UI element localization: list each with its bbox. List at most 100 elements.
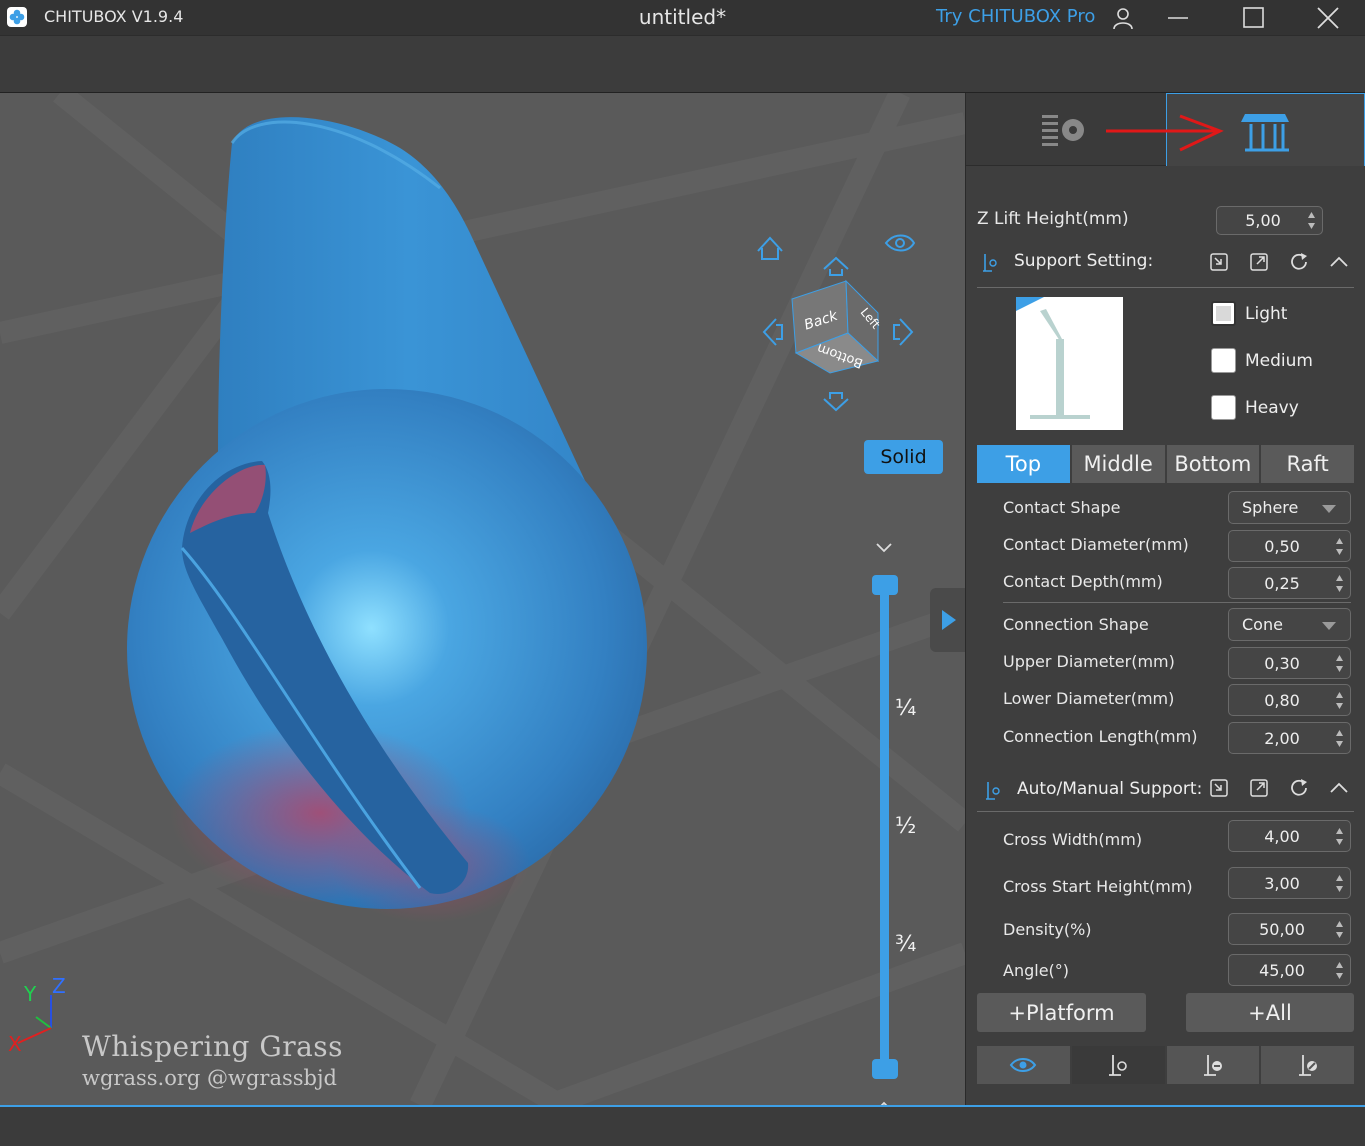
document-title: untitled* xyxy=(638,5,727,29)
divider xyxy=(1003,602,1351,603)
connection-shape-select[interactable]: Cone xyxy=(1228,608,1351,641)
auto-manual-support-label: Auto/Manual Support: xyxy=(1017,779,1203,799)
home-icon[interactable] xyxy=(757,236,783,260)
density-input[interactable]: 50,00 xyxy=(1228,913,1351,945)
tab-top[interactable]: Top xyxy=(977,445,1070,483)
play-arrow-icon xyxy=(942,610,956,630)
density-light-option[interactable]: Light xyxy=(1211,301,1287,326)
cross-width-value: 4,00 xyxy=(1264,827,1300,846)
3d-viewport[interactable]: Back Left Bottom Solid ¼ ½ ¾ Y Z X Whisp… xyxy=(0,93,965,1105)
layer-slider-bottom-handle[interactable] xyxy=(872,1059,898,1079)
watermark-handle: wgrass.org @wgrassbjd xyxy=(82,1066,337,1090)
minimize-icon[interactable] xyxy=(1165,5,1191,31)
try-pro-link[interactable]: Try CHITUBOX Pro xyxy=(936,6,1095,27)
arrow-right-icon[interactable] xyxy=(893,318,914,346)
import-icon[interactable] xyxy=(1208,777,1230,799)
contact-depth-input[interactable]: 0,25 xyxy=(1228,567,1351,599)
annotation-arrow-icon xyxy=(1106,114,1224,152)
chevron-down-icon[interactable] xyxy=(874,541,894,555)
clear-support-icon xyxy=(1298,1055,1317,1076)
chitubox-logo-icon xyxy=(7,7,27,27)
spin-arrows-icon[interactable] xyxy=(1335,653,1344,674)
add-platform-supports-button[interactable]: +Platform xyxy=(977,993,1146,1032)
menu-bar xyxy=(0,35,1365,93)
eye-icon[interactable] xyxy=(884,234,916,252)
density-label: Density(%) xyxy=(1003,920,1092,939)
panel-collapse-toggle[interactable] xyxy=(930,588,965,652)
collapse-icon[interactable] xyxy=(1328,251,1350,273)
clear-supports-tool-button[interactable] xyxy=(1261,1046,1354,1084)
contact-shape-select[interactable]: Sphere xyxy=(1228,491,1351,524)
navigation-cube[interactable]: Back Left Bottom xyxy=(750,221,920,421)
close-icon[interactable] xyxy=(1315,5,1341,31)
export-icon[interactable] xyxy=(1248,777,1270,799)
density-heavy-option[interactable]: Heavy xyxy=(1211,395,1299,420)
upper-diameter-input[interactable]: 0,30 xyxy=(1228,647,1351,679)
maximize-icon[interactable] xyxy=(1240,5,1266,31)
slider-mark-quarter: ¼ xyxy=(895,696,917,721)
density-value: 50,00 xyxy=(1259,920,1305,939)
cross-start-height-input[interactable]: 3,00 xyxy=(1228,867,1351,899)
divider xyxy=(977,287,1354,288)
connection-length-label: Connection Length(mm) xyxy=(1003,727,1198,746)
spin-arrows-icon[interactable] xyxy=(1335,536,1344,557)
contact-depth-value: 0,25 xyxy=(1264,574,1300,593)
add-all-supports-button[interactable]: +All xyxy=(1186,993,1354,1032)
contact-diameter-label: Contact Diameter(mm) xyxy=(1003,535,1189,554)
dropdown-arrow-icon xyxy=(1322,505,1336,513)
tab-bottom[interactable]: Bottom xyxy=(1166,445,1260,483)
spin-arrows-icon[interactable] xyxy=(1335,573,1344,594)
title-bar: CHITUBOX V1.9.4 untitled* Try CHITUBOX P… xyxy=(0,0,1365,35)
add-support-icon xyxy=(1109,1055,1127,1076)
density-heavy-checkbox[interactable] xyxy=(1211,395,1236,420)
toggle-support-visibility-button[interactable] xyxy=(977,1046,1070,1084)
add-support-tool-button[interactable] xyxy=(1071,1046,1165,1084)
spin-arrows-icon[interactable] xyxy=(1335,728,1344,749)
z-lift-height-input[interactable]: 5,00 xyxy=(1216,206,1323,235)
contact-diameter-input[interactable]: 0,50 xyxy=(1228,530,1351,562)
remove-support-tool-button[interactable] xyxy=(1166,1046,1260,1084)
spin-arrows-icon[interactable] xyxy=(1335,690,1344,711)
cross-width-input[interactable]: 4,00 xyxy=(1228,820,1351,852)
angle-label: Angle(°) xyxy=(1003,961,1070,980)
view-cube[interactable]: Back Left Bottom xyxy=(791,279,883,374)
import-icon[interactable] xyxy=(1208,251,1230,273)
spin-arrows-icon[interactable] xyxy=(1335,873,1344,894)
axis-z-label: Z xyxy=(52,974,66,998)
slider-mark-half: ½ xyxy=(895,814,917,839)
collapse-icon[interactable] xyxy=(1328,777,1350,799)
angle-input[interactable]: 45,00 xyxy=(1228,954,1351,986)
support-density-preview xyxy=(1016,297,1123,430)
lower-diameter-label: Lower Diameter(mm) xyxy=(1003,689,1175,708)
arrow-down-icon[interactable] xyxy=(823,392,849,412)
layer-slider[interactable]: ¼ ½ ¾ xyxy=(860,533,920,1105)
density-light-checkbox[interactable] xyxy=(1211,301,1236,326)
spin-arrows-icon[interactable] xyxy=(1335,919,1344,940)
layer-slider-top-handle[interactable] xyxy=(872,575,898,595)
user-icon[interactable] xyxy=(1110,5,1136,31)
layer-slider-track[interactable] xyxy=(880,583,889,1071)
cross-width-label: Cross Width(mm) xyxy=(1003,830,1143,849)
spin-arrows-icon[interactable] xyxy=(1307,210,1316,231)
density-light-label: Light xyxy=(1245,303,1288,324)
spin-arrows-icon[interactable] xyxy=(1335,826,1344,847)
lower-diameter-input[interactable]: 0,80 xyxy=(1228,684,1351,716)
connection-shape-label: Connection Shape xyxy=(1003,615,1149,634)
eye-icon xyxy=(1010,1058,1037,1072)
density-medium-option[interactable]: Medium xyxy=(1211,348,1313,373)
contact-shape-value: Sphere xyxy=(1242,498,1299,517)
arrow-up-icon[interactable] xyxy=(823,256,849,276)
render-mode-solid-button[interactable]: Solid xyxy=(864,440,943,474)
reset-icon[interactable] xyxy=(1288,251,1310,273)
spin-arrows-icon[interactable] xyxy=(1335,960,1344,981)
tab-middle[interactable]: Middle xyxy=(1071,445,1165,483)
tab-raft[interactable]: Raft xyxy=(1261,445,1354,483)
connection-length-input[interactable]: 2,00 xyxy=(1228,722,1351,754)
z-lift-height-value: 5,00 xyxy=(1245,211,1281,230)
watermark-title: Whispering Grass xyxy=(82,1030,344,1063)
arrow-left-icon[interactable] xyxy=(762,318,783,346)
export-icon[interactable] xyxy=(1248,251,1270,273)
density-medium-checkbox[interactable] xyxy=(1211,348,1236,373)
reset-icon[interactable] xyxy=(1288,777,1310,799)
connection-length-value: 2,00 xyxy=(1264,729,1300,748)
